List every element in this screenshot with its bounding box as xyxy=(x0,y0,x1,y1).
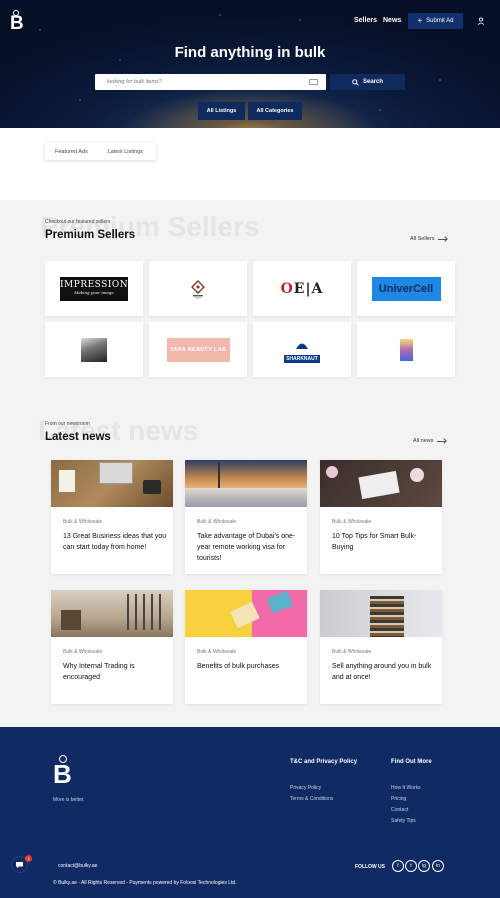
news-image-dubai xyxy=(185,460,307,507)
hero-title: Find anything in bulk xyxy=(174,44,326,61)
copyright: © Bulky.ae - All Rights Reserved - Payme… xyxy=(53,880,237,886)
sellers-title: Premium Sellers xyxy=(45,229,136,241)
terms-link[interactable]: Terms & Conditions xyxy=(290,796,333,802)
news-card[interactable]: Bulk & Wholesale Take advantage of Dubai… xyxy=(185,460,307,574)
news-card[interactable]: Bulk & Wholesale Benefits of bulk purcha… xyxy=(185,590,307,704)
safety-tips-link[interactable]: Safety Tips xyxy=(391,818,416,824)
tab-latest-listings[interactable]: Latest Listings xyxy=(98,149,153,155)
search-button[interactable]: Search xyxy=(330,74,405,90)
news-image-shopping xyxy=(320,460,442,507)
search-icon xyxy=(352,78,359,86)
seller-logo-univercell: UniverCell xyxy=(371,276,441,301)
footer-tagline: More is better. xyxy=(53,797,85,803)
news-card[interactable]: Bulk & Wholesale 13 Great Business ideas… xyxy=(51,460,173,574)
news-image-books xyxy=(320,590,442,637)
news-headline[interactable]: Take advantage of Dubai's one-year remot… xyxy=(197,531,301,564)
news-title: Latest news xyxy=(45,431,111,443)
all-listings-button[interactable]: All Listings xyxy=(198,102,245,120)
footer-col1-title: T&C and Privacy Policy xyxy=(290,759,358,765)
seller-logo-impressions: IMPRESSIONS Making your image xyxy=(60,276,134,301)
news-image-boxes xyxy=(185,590,307,637)
all-news-link[interactable]: All news xyxy=(413,438,447,444)
hero-banner: B Sellers News + Submit Ad Find anything… xyxy=(0,0,500,128)
shark-icon xyxy=(295,343,308,349)
news-category: Bulk & Wholesale xyxy=(197,519,237,525)
seller-card-emblem[interactable] xyxy=(149,261,247,316)
user-icon[interactable] xyxy=(477,17,485,25)
submit-ad-button[interactable]: + Submit Ad xyxy=(408,13,463,29)
news-image-desk xyxy=(51,460,173,507)
news-headline[interactable]: Sell anything around you in bulk and at … xyxy=(332,661,436,683)
seller-logo-oea: OE|A xyxy=(280,280,324,297)
how-it-works-link[interactable]: How It Works xyxy=(391,785,421,791)
logo-globe-icon xyxy=(13,10,19,16)
privacy-policy-link[interactable]: Privacy Policy xyxy=(290,785,321,791)
arrow-right-icon xyxy=(437,440,447,442)
all-categories-button[interactable]: All Categories xyxy=(248,102,302,120)
footer-logo[interactable]: B xyxy=(53,755,72,790)
linkedin-icon[interactable]: in xyxy=(432,860,444,872)
news-card[interactable]: Bulk & Wholesale Why Internal Trading is… xyxy=(51,590,173,704)
listing-tabs: Featured Ads Latest Listings xyxy=(45,143,156,160)
logo-globe-icon xyxy=(59,755,67,763)
news-card[interactable]: Bulk & Wholesale 10 Top Tips for Smart B… xyxy=(320,460,442,574)
contact-link[interactable]: Contact xyxy=(391,807,408,813)
all-sellers-link[interactable]: All Sellers xyxy=(410,236,448,242)
facebook-icon[interactable]: f xyxy=(392,860,404,872)
seller-logo-yara: YARA BEAUTY LAB xyxy=(166,337,230,362)
news-category: Bulk & Wholesale xyxy=(332,649,372,655)
news-headline[interactable]: Why Internal Trading is encouraged xyxy=(63,661,167,683)
search-input[interactable] xyxy=(107,74,287,90)
twitter-icon[interactable]: t xyxy=(405,860,417,872)
seller-card-gradient[interactable] xyxy=(357,322,455,377)
seller-logo-emblem xyxy=(191,279,205,298)
seller-card-oea[interactable]: OE|A xyxy=(253,261,351,316)
news-image-interior xyxy=(51,590,173,637)
news-headline[interactable]: Benefits of bulk purchases xyxy=(197,661,301,672)
sellers-eyebrow: Checkout our featured sellers xyxy=(45,219,111,225)
keyboard-icon[interactable] xyxy=(309,79,318,85)
seller-card-photo[interactable] xyxy=(45,322,143,377)
site-logo[interactable]: B xyxy=(10,10,24,34)
search-box xyxy=(95,74,326,90)
tab-featured-ads[interactable]: Featured Ads xyxy=(45,149,98,155)
news-category: Bulk & Wholesale xyxy=(63,649,103,655)
seller-card-impressions[interactable]: IMPRESSIONS Making your image xyxy=(45,261,143,316)
news-eyebrow: From our newsroom xyxy=(45,421,90,427)
seller-logo-sharknaut: SHARKNAUT xyxy=(284,337,320,363)
news-category: Bulk & Wholesale xyxy=(63,519,103,525)
seller-card-sharknaut[interactable]: SHARKNAUT xyxy=(253,322,351,377)
instagram-icon[interactable]: ig xyxy=(418,860,430,872)
seller-logo-photo xyxy=(81,337,107,362)
news-category: Bulk & Wholesale xyxy=(332,519,372,525)
plus-icon: + xyxy=(417,16,423,25)
seller-logo-gradient xyxy=(399,338,413,361)
footer-email[interactable]: contact@bulky.ae xyxy=(58,863,97,869)
news-headline[interactable]: 13 Great Business ideas that you can sta… xyxy=(63,531,167,553)
nav-sellers-link[interactable]: Sellers xyxy=(354,17,377,24)
news-category: Bulk & Wholesale xyxy=(197,649,237,655)
footer: B More is better. T&C and Privacy Policy… xyxy=(0,727,500,898)
content-section: Premium Sellers Checkout our featured se… xyxy=(0,200,500,727)
footer-col2-title: Find Out More xyxy=(391,759,432,765)
seller-card-univercell[interactable]: UniverCell xyxy=(357,261,455,316)
nav-news-link[interactable]: News xyxy=(383,17,401,24)
arrow-right-icon xyxy=(438,238,448,240)
chat-badge: 1 xyxy=(25,855,32,862)
seller-card-yara-beauty-lab[interactable]: YARA BEAUTY LAB xyxy=(149,322,247,377)
news-card[interactable]: Bulk & Wholesale Sell anything around yo… xyxy=(320,590,442,704)
news-headline[interactable]: 10 Top Tips for Smart Bulk-Buying xyxy=(332,531,436,553)
follow-us-label: FOLLOW US xyxy=(355,864,385,870)
pricing-link[interactable]: Pricing xyxy=(391,796,406,802)
